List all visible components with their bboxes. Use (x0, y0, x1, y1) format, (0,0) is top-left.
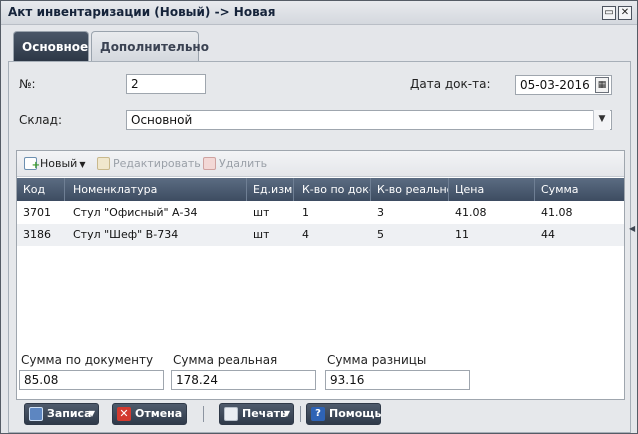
cell-item: Стул "Офисный" А-34 (73, 206, 198, 219)
cell-sum: 44 (541, 228, 555, 241)
warehouse-value: Основной (131, 113, 193, 127)
column-header[interactable]: К-во реально (371, 178, 449, 201)
cell-code: 3186 (23, 228, 51, 241)
doc-sum-field[interactable]: 85.08 (19, 370, 164, 390)
delete-icon (203, 157, 216, 170)
help-icon: ? (311, 407, 325, 421)
cell-qty-doc: 1 (302, 206, 309, 219)
cell-price: 11 (455, 228, 469, 241)
dropdown-arrow-icon: ▼ (79, 160, 86, 169)
edit-button[interactable]: Редактировать (97, 156, 201, 172)
delete-button[interactable]: Удалить (203, 156, 267, 172)
grid-toolbar: Новый▼ Редактировать Удалить (17, 151, 624, 177)
warehouse-select[interactable]: Основной (126, 110, 612, 130)
warehouse-label: Склад: (19, 113, 62, 127)
new-button[interactable]: Новый▼ (24, 156, 86, 174)
cell-code: 3701 (23, 206, 51, 219)
chevron-down-icon[interactable]: ▼ (593, 110, 610, 130)
collapse-handle-icon[interactable]: ◀ (629, 219, 637, 239)
column-header[interactable]: Ед.изм. (247, 178, 294, 201)
save-icon (29, 407, 43, 421)
grid-header: Код Номенклатура Ед.изм. К-во по док-м К… (17, 178, 624, 201)
toolbar-separator (300, 406, 301, 422)
cell-unit: шт (253, 206, 270, 219)
column-header[interactable]: Цена (449, 178, 535, 201)
table-row[interactable]: 3186 Стул "Шеф" В-734 шт 4 5 11 44 (17, 224, 624, 246)
dropdown-arrow-icon: ▼ (283, 409, 290, 418)
close-icon[interactable]: ✕ (618, 6, 632, 20)
cell-price: 41.08 (455, 206, 487, 219)
column-header[interactable]: Код (17, 178, 65, 201)
cancel-button[interactable]: ✕ Отмена (112, 403, 187, 425)
column-header[interactable]: К-во по док-м (296, 178, 371, 201)
edit-icon (97, 157, 110, 170)
save-label: Записать (47, 407, 93, 420)
cell-qty-real: 5 (377, 228, 384, 241)
cell-qty-doc: 4 (302, 228, 309, 241)
cancel-icon: ✕ (117, 407, 131, 421)
real-sum-label: Сумма реальная (173, 353, 278, 367)
dropdown-arrow-icon: ▼ (88, 409, 95, 418)
calendar-icon[interactable]: ▦ (595, 77, 609, 93)
cell-qty-real: 3 (377, 206, 384, 219)
save-button[interactable]: Записать ▼ (24, 403, 99, 425)
new-document-icon (24, 157, 40, 174)
cancel-label: Отмена (135, 407, 183, 420)
table-row[interactable]: 3701 Стул "Офисный" А-34 шт 1 3 41.08 41… (17, 202, 624, 224)
window-title: Акт инвентаризации (Новый) -> Новая (8, 5, 276, 19)
number-field[interactable]: 2 (126, 74, 206, 94)
cell-sum: 41.08 (541, 206, 573, 219)
title-bar: Акт инвентаризации (Новый) -> Новая ▭ ✕ (1, 1, 637, 25)
print-label: Печать (242, 407, 287, 420)
toolbar-separator (203, 406, 204, 422)
print-button[interactable]: Печать ▼ (219, 403, 294, 425)
cell-unit: шт (253, 228, 270, 241)
tab-additional[interactable]: Дополнительно (91, 31, 209, 61)
doc-sum-label: Сумма по документу (21, 353, 154, 367)
date-label: Дата док-та: (410, 77, 491, 91)
new-label: Новый (40, 157, 78, 170)
cell-item: Стул "Шеф" В-734 (73, 228, 179, 241)
diff-sum-field[interactable]: 93.16 (325, 370, 470, 390)
help-label: Помощь (329, 407, 382, 420)
inventory-act-window: Акт инвентаризации (Новый) -> Новая ▭ ✕ … (0, 0, 638, 434)
delete-label: Удалить (219, 157, 268, 170)
edit-label: Редактировать (113, 157, 201, 170)
tab-main[interactable]: Основное (13, 31, 89, 61)
action-bar: Записать ▼ ✕ Отмена Печать ▼ ? Помощь (8, 400, 631, 430)
diff-sum-label: Сумма разницы (327, 353, 427, 367)
printer-icon (224, 407, 238, 421)
window-maximize-icon[interactable]: ▭ (602, 6, 616, 20)
date-value: 05-03-2016 (520, 78, 590, 92)
column-header[interactable]: Номенклатура (67, 178, 247, 201)
real-sum-field[interactable]: 178.24 (171, 370, 316, 390)
column-header[interactable]: Сумма (535, 178, 624, 201)
help-button[interactable]: ? Помощь (306, 403, 381, 425)
number-label: №: (19, 77, 36, 91)
